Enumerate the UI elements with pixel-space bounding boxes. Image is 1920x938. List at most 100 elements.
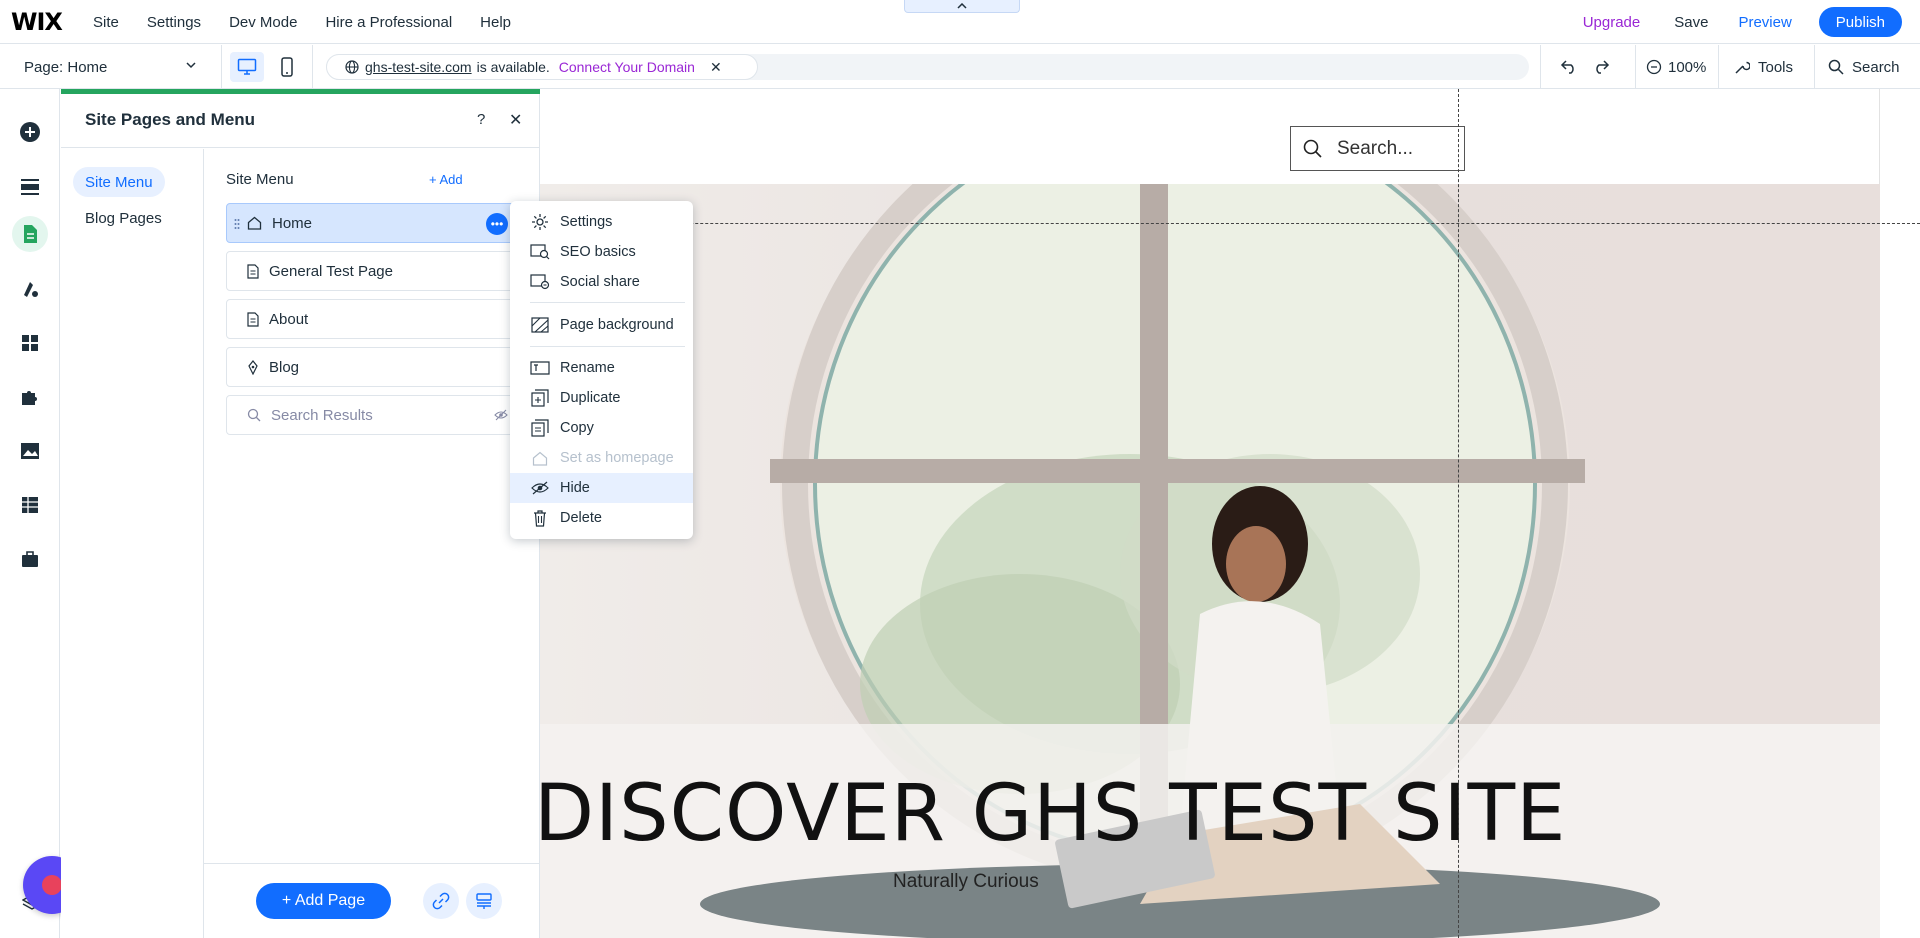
drag-handle-icon[interactable]	[234, 218, 240, 230]
tab-site-menu[interactable]: Site Menu	[73, 167, 165, 197]
menu-item-label: Copy	[560, 420, 594, 436]
nav-dev-mode[interactable]: Dev Mode	[229, 14, 297, 31]
search-icon	[1828, 59, 1844, 75]
search-label: Search	[1852, 58, 1900, 76]
business-tools-button[interactable]	[12, 379, 48, 415]
hero-subtitle[interactable]: Naturally Curious	[893, 871, 1039, 893]
domain-name[interactable]: ghs-test-site.com	[365, 59, 472, 75]
duplicate-icon	[529, 389, 551, 407]
domain-bar: ghs-test-site.com is available. Connect …	[326, 54, 1529, 80]
page-selector-label: Page: Home	[24, 58, 108, 76]
redo-icon[interactable]	[1592, 58, 1610, 74]
tools-icon	[1735, 61, 1750, 74]
menu-item-set-as-homepage: Set as homepage	[510, 443, 693, 473]
hidden-eye-icon[interactable]	[494, 409, 508, 421]
menu-item-copy[interactable]: Copy	[510, 413, 693, 443]
page-selector[interactable]: Page: Home	[0, 45, 222, 89]
copy-icon	[529, 419, 551, 437]
menu-item-label: Hide	[560, 480, 590, 496]
gear-icon	[529, 213, 551, 231]
page-item-general-test-page[interactable]: General Test Page	[226, 251, 526, 291]
save-button[interactable]: Save	[1674, 14, 1708, 31]
upgrade-link[interactable]: Upgrade	[1583, 14, 1641, 31]
page-item-home[interactable]: Home •••	[226, 203, 526, 243]
nav-settings[interactable]: Settings	[147, 14, 201, 31]
editor-canvas[interactable]: Search... Naturally Curious DISCOVER GHS…	[540, 89, 1920, 938]
add-apps-button[interactable]	[12, 325, 48, 361]
add-menu-item-link[interactable]: + Add	[429, 172, 463, 187]
divider	[1540, 45, 1541, 89]
publish-button[interactable]: Publish	[1818, 7, 1902, 37]
editor-search-button[interactable]: Search	[1828, 45, 1900, 89]
menu-item-seo-basics[interactable]: SEO basics	[510, 237, 693, 267]
menu-item-social-share[interactable]: Social share	[510, 267, 693, 297]
menu-item-rename[interactable]: Rename	[510, 353, 693, 383]
tools-button[interactable]: Tools	[1733, 45, 1793, 89]
cms-button[interactable]	[12, 487, 48, 523]
site-design-button[interactable]	[12, 271, 48, 307]
layout-button[interactable]	[466, 883, 502, 919]
close-domain-bar-button[interactable]: ✕	[710, 59, 722, 76]
design-icon	[24, 282, 38, 297]
desktop-view-button[interactable]	[230, 52, 264, 82]
hide-icon	[529, 481, 551, 495]
blog-icon	[247, 359, 259, 375]
menu-item-label: Page background	[560, 317, 674, 333]
add-section-button[interactable]	[12, 169, 48, 205]
home-icon	[247, 216, 262, 230]
link-button[interactable]	[423, 883, 459, 919]
connect-domain-link[interactable]: Connect Your Domain	[559, 59, 695, 75]
menu-item-settings[interactable]: Settings	[510, 207, 693, 237]
chevron-down-icon	[186, 62, 196, 69]
page-icon	[247, 263, 259, 279]
menu-item-page-background[interactable]: Page background	[510, 310, 693, 340]
menu-item-label: Social share	[560, 274, 640, 290]
zoom-control[interactable]: 100%	[1646, 45, 1706, 89]
portfolio-button[interactable]	[12, 541, 48, 577]
page-item-search-results[interactable]: Search Results	[226, 395, 526, 435]
page-item-blog[interactable]: Blog	[226, 347, 526, 387]
menu-item-delete[interactable]: Delete	[510, 503, 693, 533]
help-button[interactable]: ?	[477, 111, 485, 128]
menu-item-duplicate[interactable]: Duplicate	[510, 383, 693, 413]
panel-header: Site Pages and Menu ? ✕	[61, 94, 540, 148]
nav-hire-professional[interactable]: Hire a Professional	[325, 14, 452, 31]
apps-icon	[22, 335, 38, 351]
divider	[1635, 45, 1636, 89]
site-pages-panel: Site Pages and Menu ? ✕ Site Menu Blog P…	[61, 89, 540, 938]
divider	[1718, 45, 1719, 89]
page-label: Blog	[269, 358, 300, 376]
menu-item-label: SEO basics	[560, 244, 636, 260]
page-label: About	[269, 310, 309, 328]
wix-logo[interactable]: WIX	[11, 8, 63, 36]
trash-icon	[529, 509, 551, 527]
close-panel-button[interactable]: ✕	[509, 110, 522, 130]
tab-blog-pages[interactable]: Blog Pages	[73, 203, 174, 233]
page-actions-button[interactable]: •••	[486, 213, 508, 235]
menu-item-hide[interactable]: Hide	[510, 473, 693, 503]
editor-toolbar: Page: Home ghs-test-site.com is availabl…	[0, 45, 1920, 89]
page-item-about[interactable]: About	[226, 299, 526, 339]
left-rail	[0, 89, 60, 938]
divider	[1814, 45, 1815, 89]
site-search-box[interactable]: Search...	[1290, 126, 1465, 171]
menu-item-label: Settings	[560, 214, 613, 230]
add-page-button[interactable]: + Add Page	[256, 883, 391, 919]
mobile-view-button[interactable]	[270, 52, 304, 82]
pages-menu-button[interactable]	[12, 216, 48, 252]
collapse-toolbar-button[interactable]	[904, 0, 1020, 13]
preview-button[interactable]: Preview	[1738, 14, 1791, 31]
nav-help[interactable]: Help	[480, 14, 511, 31]
section-title: Site Menu	[226, 171, 294, 188]
nav-site[interactable]: Site	[93, 14, 119, 31]
undo-icon[interactable]	[1560, 58, 1578, 74]
site-menu-list: Site Menu + Add Home ••• General Test Pa…	[204, 149, 540, 938]
menu-item-label: Duplicate	[560, 390, 621, 406]
page-label: General Test Page	[269, 262, 393, 280]
background-icon	[529, 317, 551, 333]
media-button[interactable]	[12, 433, 48, 469]
menu-separator	[530, 302, 685, 303]
menu-item-label: Rename	[560, 360, 615, 376]
add-elements-button[interactable]	[12, 114, 48, 150]
page-context-menu: Settings SEO basics Social share Page ba…	[510, 201, 693, 539]
